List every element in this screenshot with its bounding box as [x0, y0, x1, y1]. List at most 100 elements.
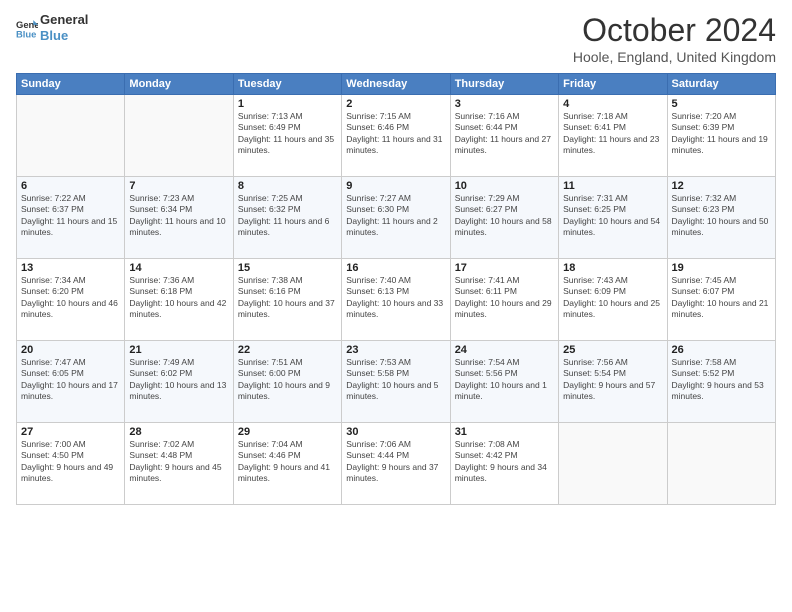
th-monday: Monday	[125, 74, 233, 95]
day-number: 10	[455, 180, 554, 192]
calendar-cell-w4-d5: 24Sunrise: 7:54 AMSunset: 5:56 PMDayligh…	[450, 341, 558, 423]
logo-line1: General	[40, 12, 88, 28]
th-wednesday: Wednesday	[342, 74, 450, 95]
day-number: 13	[21, 262, 120, 274]
day-number: 5	[672, 98, 771, 110]
calendar-cell-w3-d4: 16Sunrise: 7:40 AMSunset: 6:13 PMDayligh…	[342, 259, 450, 341]
calendar-cell-w2-d2: 7Sunrise: 7:23 AMSunset: 6:34 PMDaylight…	[125, 177, 233, 259]
day-number: 29	[238, 426, 337, 438]
calendar-cell-w2-d6: 11Sunrise: 7:31 AMSunset: 6:25 PMDayligh…	[559, 177, 667, 259]
calendar-cell-w2-d1: 6Sunrise: 7:22 AMSunset: 6:37 PMDaylight…	[17, 177, 125, 259]
cell-info: Sunrise: 7:00 AMSunset: 4:50 PMDaylight:…	[21, 439, 120, 485]
day-number: 7	[129, 180, 228, 192]
day-number: 2	[346, 98, 445, 110]
cell-info: Sunrise: 7:41 AMSunset: 6:11 PMDaylight:…	[455, 275, 554, 321]
cell-info: Sunrise: 7:43 AMSunset: 6:09 PMDaylight:…	[563, 275, 662, 321]
cell-info: Sunrise: 7:15 AMSunset: 6:46 PMDaylight:…	[346, 111, 445, 157]
cell-info: Sunrise: 7:56 AMSunset: 5:54 PMDaylight:…	[563, 357, 662, 403]
calendar-cell-w1-d1	[17, 95, 125, 177]
cell-info: Sunrise: 7:38 AMSunset: 6:16 PMDaylight:…	[238, 275, 337, 321]
calendar-cell-w3-d5: 17Sunrise: 7:41 AMSunset: 6:11 PMDayligh…	[450, 259, 558, 341]
calendar-cell-w1-d7: 5Sunrise: 7:20 AMSunset: 6:39 PMDaylight…	[667, 95, 775, 177]
day-number: 26	[672, 344, 771, 356]
calendar-cell-w2-d4: 9Sunrise: 7:27 AMSunset: 6:30 PMDaylight…	[342, 177, 450, 259]
page-header: General Blue General Blue October 2024 H…	[16, 12, 776, 65]
cell-info: Sunrise: 7:08 AMSunset: 4:42 PMDaylight:…	[455, 439, 554, 485]
calendar-week-2: 6Sunrise: 7:22 AMSunset: 6:37 PMDaylight…	[17, 177, 776, 259]
header-row: Sunday Monday Tuesday Wednesday Thursday…	[17, 74, 776, 95]
day-number: 24	[455, 344, 554, 356]
cell-info: Sunrise: 7:36 AMSunset: 6:18 PMDaylight:…	[129, 275, 228, 321]
calendar-cell-w5-d7	[667, 423, 775, 505]
calendar-cell-w3-d6: 18Sunrise: 7:43 AMSunset: 6:09 PMDayligh…	[559, 259, 667, 341]
calendar-cell-w4-d6: 25Sunrise: 7:56 AMSunset: 5:54 PMDayligh…	[559, 341, 667, 423]
cell-info: Sunrise: 7:13 AMSunset: 6:49 PMDaylight:…	[238, 111, 337, 157]
calendar-week-5: 27Sunrise: 7:00 AMSunset: 4:50 PMDayligh…	[17, 423, 776, 505]
calendar-cell-w4-d4: 23Sunrise: 7:53 AMSunset: 5:58 PMDayligh…	[342, 341, 450, 423]
logo-line2: Blue	[40, 28, 88, 44]
cell-info: Sunrise: 7:22 AMSunset: 6:37 PMDaylight:…	[21, 193, 120, 239]
day-number: 27	[21, 426, 120, 438]
calendar-cell-w4-d7: 26Sunrise: 7:58 AMSunset: 5:52 PMDayligh…	[667, 341, 775, 423]
cell-info: Sunrise: 7:06 AMSunset: 4:44 PMDaylight:…	[346, 439, 445, 485]
calendar-cell-w4-d2: 21Sunrise: 7:49 AMSunset: 6:02 PMDayligh…	[125, 341, 233, 423]
day-number: 23	[346, 344, 445, 356]
calendar-week-4: 20Sunrise: 7:47 AMSunset: 6:05 PMDayligh…	[17, 341, 776, 423]
day-number: 1	[238, 98, 337, 110]
cell-info: Sunrise: 7:54 AMSunset: 5:56 PMDaylight:…	[455, 357, 554, 403]
calendar-cell-w1-d4: 2Sunrise: 7:15 AMSunset: 6:46 PMDaylight…	[342, 95, 450, 177]
calendar-cell-w3-d3: 15Sunrise: 7:38 AMSunset: 6:16 PMDayligh…	[233, 259, 341, 341]
cell-info: Sunrise: 7:16 AMSunset: 6:44 PMDaylight:…	[455, 111, 554, 157]
th-sunday: Sunday	[17, 74, 125, 95]
cell-info: Sunrise: 7:51 AMSunset: 6:00 PMDaylight:…	[238, 357, 337, 403]
calendar-cell-w1-d3: 1Sunrise: 7:13 AMSunset: 6:49 PMDaylight…	[233, 95, 341, 177]
cell-info: Sunrise: 7:02 AMSunset: 4:48 PMDaylight:…	[129, 439, 228, 485]
calendar-cell-w3-d2: 14Sunrise: 7:36 AMSunset: 6:18 PMDayligh…	[125, 259, 233, 341]
cell-info: Sunrise: 7:40 AMSunset: 6:13 PMDaylight:…	[346, 275, 445, 321]
cell-info: Sunrise: 7:20 AMSunset: 6:39 PMDaylight:…	[672, 111, 771, 157]
cell-info: Sunrise: 7:27 AMSunset: 6:30 PMDaylight:…	[346, 193, 445, 239]
cell-info: Sunrise: 7:29 AMSunset: 6:27 PMDaylight:…	[455, 193, 554, 239]
day-number: 28	[129, 426, 228, 438]
calendar-cell-w2-d7: 12Sunrise: 7:32 AMSunset: 6:23 PMDayligh…	[667, 177, 775, 259]
day-number: 20	[21, 344, 120, 356]
calendar-cell-w5-d1: 27Sunrise: 7:00 AMSunset: 4:50 PMDayligh…	[17, 423, 125, 505]
day-number: 3	[455, 98, 554, 110]
cell-info: Sunrise: 7:18 AMSunset: 6:41 PMDaylight:…	[563, 111, 662, 157]
day-number: 6	[21, 180, 120, 192]
calendar-cell-w1-d2	[125, 95, 233, 177]
svg-text:Blue: Blue	[16, 28, 36, 39]
day-number: 30	[346, 426, 445, 438]
logo-icon: General Blue	[16, 17, 38, 39]
day-number: 14	[129, 262, 228, 274]
cell-info: Sunrise: 7:58 AMSunset: 5:52 PMDaylight:…	[672, 357, 771, 403]
calendar-week-3: 13Sunrise: 7:34 AMSunset: 6:20 PMDayligh…	[17, 259, 776, 341]
logo: General Blue General Blue	[16, 12, 88, 43]
cell-info: Sunrise: 7:49 AMSunset: 6:02 PMDaylight:…	[129, 357, 228, 403]
day-number: 17	[455, 262, 554, 274]
calendar-cell-w4-d3: 22Sunrise: 7:51 AMSunset: 6:00 PMDayligh…	[233, 341, 341, 423]
day-number: 25	[563, 344, 662, 356]
th-tuesday: Tuesday	[233, 74, 341, 95]
cell-info: Sunrise: 7:31 AMSunset: 6:25 PMDaylight:…	[563, 193, 662, 239]
day-number: 21	[129, 344, 228, 356]
calendar-cell-w5-d6	[559, 423, 667, 505]
day-number: 16	[346, 262, 445, 274]
calendar-cell-w5-d3: 29Sunrise: 7:04 AMSunset: 4:46 PMDayligh…	[233, 423, 341, 505]
calendar-cell-w1-d5: 3Sunrise: 7:16 AMSunset: 6:44 PMDaylight…	[450, 95, 558, 177]
cell-info: Sunrise: 7:34 AMSunset: 6:20 PMDaylight:…	[21, 275, 120, 321]
day-number: 9	[346, 180, 445, 192]
title-block: October 2024 Hoole, England, United King…	[573, 12, 776, 65]
th-saturday: Saturday	[667, 74, 775, 95]
calendar-week-1: 1Sunrise: 7:13 AMSunset: 6:49 PMDaylight…	[17, 95, 776, 177]
th-thursday: Thursday	[450, 74, 558, 95]
calendar-cell-w2-d5: 10Sunrise: 7:29 AMSunset: 6:27 PMDayligh…	[450, 177, 558, 259]
cell-info: Sunrise: 7:04 AMSunset: 4:46 PMDaylight:…	[238, 439, 337, 485]
calendar-cell-w5-d2: 28Sunrise: 7:02 AMSunset: 4:48 PMDayligh…	[125, 423, 233, 505]
calendar-cell-w5-d4: 30Sunrise: 7:06 AMSunset: 4:44 PMDayligh…	[342, 423, 450, 505]
cell-info: Sunrise: 7:53 AMSunset: 5:58 PMDaylight:…	[346, 357, 445, 403]
day-number: 8	[238, 180, 337, 192]
day-number: 4	[563, 98, 662, 110]
calendar-table: Sunday Monday Tuesday Wednesday Thursday…	[16, 73, 776, 505]
cell-info: Sunrise: 7:45 AMSunset: 6:07 PMDaylight:…	[672, 275, 771, 321]
